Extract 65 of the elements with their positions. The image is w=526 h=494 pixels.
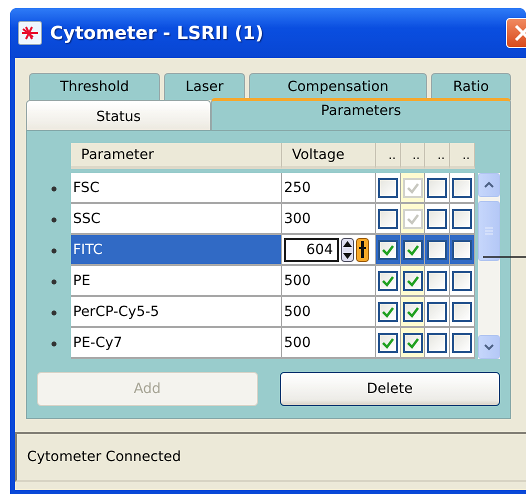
checkbox[interactable] [427, 302, 447, 322]
checkbox[interactable] [378, 178, 398, 198]
tab[interactable]: Ratio [431, 73, 511, 100]
tab[interactable]: Laser [164, 73, 245, 100]
tab[interactable]: Compensation [249, 73, 427, 100]
checkbox[interactable] [402, 332, 422, 352]
checkbox[interactable] [452, 302, 472, 322]
checkbox[interactable] [427, 178, 447, 198]
column-header: .. [425, 143, 450, 169]
table-cell: 500 [282, 297, 376, 328]
voltage-field[interactable]: 604 [284, 238, 339, 262]
column-header: Voltage [282, 143, 376, 169]
status-bar: Cytometer Connected [15, 432, 526, 482]
chevron-down-icon [483, 342, 495, 352]
column-header: .. [401, 143, 425, 169]
checkbox[interactable] [378, 208, 398, 228]
checkbox[interactable] [452, 270, 472, 290]
table-cell: 500 [282, 328, 376, 359]
checkbox[interactable] [378, 240, 398, 260]
checkbox[interactable] [452, 178, 472, 198]
table-cell[interactable]: FSC [71, 173, 282, 204]
marker-icon[interactable] [356, 238, 369, 262]
spinner-icon[interactable] [341, 238, 354, 262]
checkbox[interactable] [402, 302, 422, 322]
chevron-up-icon [483, 180, 495, 190]
scrollbar[interactable] [478, 173, 500, 359]
checkbox[interactable] [452, 240, 472, 260]
checkbox[interactable] [427, 270, 447, 290]
row-marker-icon [51, 310, 57, 316]
checkbox[interactable] [427, 208, 447, 228]
row-marker-icon [51, 340, 57, 346]
app-icon [18, 21, 42, 45]
checkbox[interactable] [427, 240, 447, 260]
scroll-thumb[interactable] [478, 201, 500, 261]
table-cell[interactable]: PerCP-Cy5-5 [71, 297, 282, 328]
column-header: .. [450, 143, 475, 169]
leader-line [483, 256, 526, 258]
table-cell: 250 [282, 173, 376, 204]
table-cell[interactable]: PE-Cy7 [71, 328, 282, 359]
table-cell[interactable]: PE [71, 266, 282, 297]
checkbox[interactable] [378, 332, 398, 352]
table-cell: 500 [282, 266, 376, 297]
row-marker-icon [51, 278, 57, 284]
scroll-up-button[interactable] [478, 173, 500, 197]
tab[interactable]: Parameters [211, 98, 511, 130]
checkbox[interactable] [402, 240, 422, 260]
checkbox[interactable] [402, 270, 422, 290]
window-title: Cytometer - LSRII (1) [50, 22, 265, 44]
column-header: .. [376, 143, 401, 169]
checkbox[interactable] [378, 302, 398, 322]
tab[interactable]: Status [26, 100, 211, 130]
checkbox[interactable] [452, 208, 472, 228]
row-marker-icon [51, 186, 57, 192]
column-header: Parameter [71, 143, 282, 169]
scroll-down-button[interactable] [478, 335, 500, 359]
row-marker-icon [51, 216, 57, 222]
tab[interactable]: Threshold [29, 73, 160, 100]
table-cell[interactable]: SSC [71, 204, 282, 235]
table-cell: 300 [282, 204, 376, 235]
checkbox[interactable] [427, 332, 447, 352]
action-button[interactable]: Delete [280, 372, 500, 406]
table-cell[interactable]: FITC [71, 235, 282, 266]
checkbox[interactable] [378, 270, 398, 290]
row-marker-icon [51, 248, 57, 254]
checkbox[interactable] [452, 332, 472, 352]
